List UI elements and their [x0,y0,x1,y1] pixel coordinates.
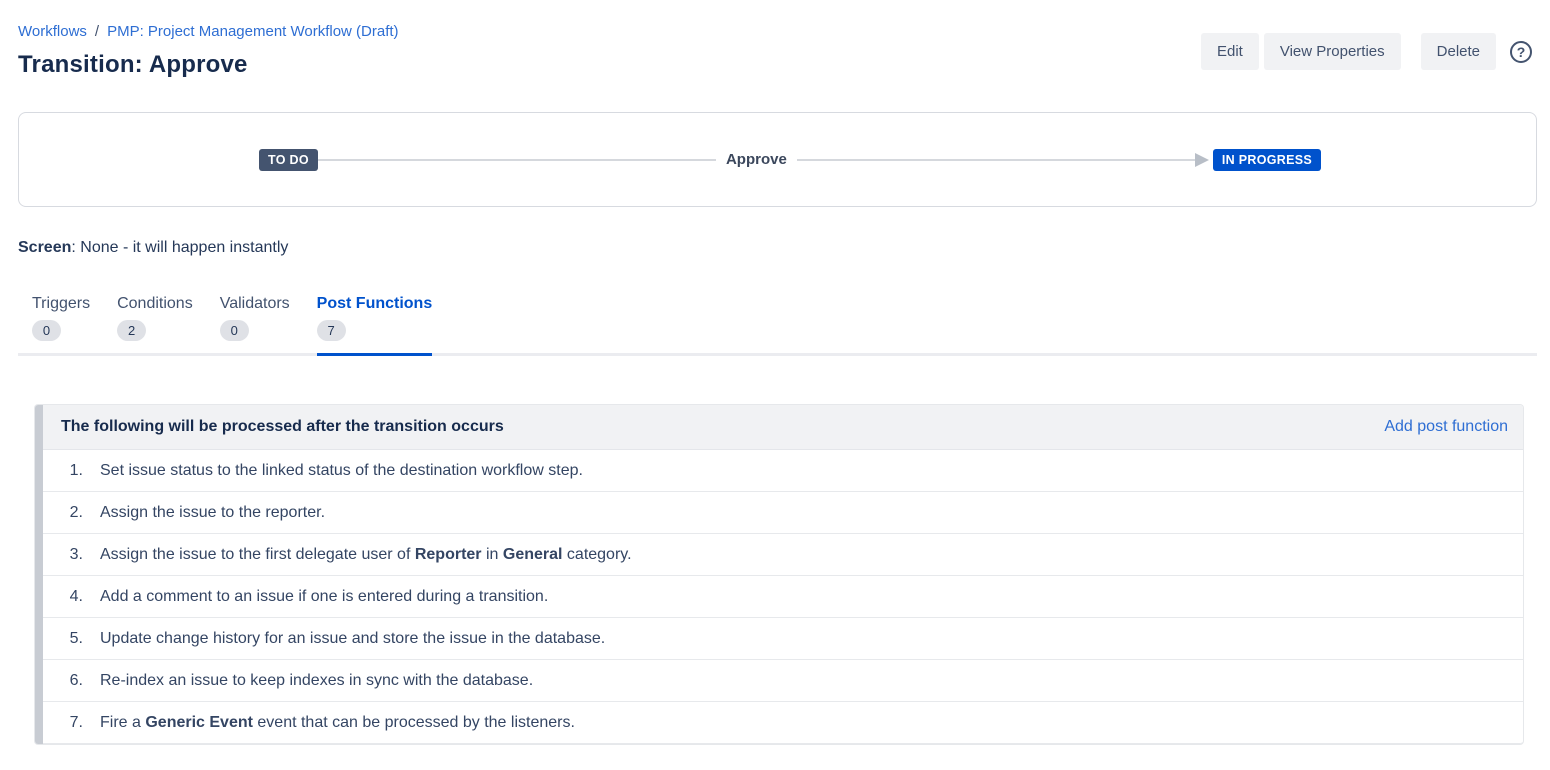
panel-header: The following will be processed after th… [43,405,1523,450]
post-function-list: 1. Set issue status to the linked status … [43,450,1523,744]
row-number: 4. [63,588,83,606]
transition-diagram: TO DO Approve IN PROGRESS [18,112,1537,207]
breadcrumb: Workflows / PMP: Project Management Workfl… [18,22,399,42]
view-properties-button[interactable]: View Properties [1264,33,1401,70]
post-function-description: Assign the issue to the reporter. [100,504,325,522]
add-post-function-link[interactable]: Add post function [1384,418,1508,436]
breadcrumb-link-workflow-name[interactable]: PMP: Project Management Workflow (Draft) [107,23,398,40]
transition-line-left [318,159,716,161]
page-header: Workflows / PMP: Project Management Workfl… [0,0,1550,79]
header-left: Workflows / PMP: Project Management Workfl… [18,22,399,79]
post-functions-panel: The following will be processed after th… [35,405,1523,744]
screen-info: Screen: None - it will happen instantly [18,239,1532,257]
tab-post-functions-label: Post Functions [317,295,433,313]
panel-title: The following will be processed after th… [61,418,504,436]
tab-triggers[interactable]: Triggers 0 [32,295,90,356]
post-function-row: 5. Update change history for an issue and… [43,618,1523,660]
help-icon[interactable]: ? [1510,41,1532,63]
row-number: 2. [63,504,83,522]
tab-triggers-count-badge: 0 [32,320,61,341]
page-title: Transition: Approve [18,51,399,79]
status-badge-to: IN PROGRESS [1213,149,1321,171]
tab-validators-count-badge: 0 [220,320,249,341]
row-number: 7. [63,714,83,732]
edit-button[interactable]: Edit [1201,33,1259,70]
screen-info-label: Screen [18,239,71,256]
post-function-description: Update change history for an issue and s… [100,630,605,648]
tab-post-functions-count-badge: 7 [317,320,346,341]
row-number: 1. [63,462,83,480]
screen-info-value: : None - it will happen instantly [71,239,288,256]
post-function-description: Set issue status to the linked status of… [100,462,583,480]
row-number: 6. [63,672,83,690]
post-function-row: 4. Add a comment to an issue if one is en… [43,576,1523,618]
tab-validators-label: Validators [220,295,290,313]
tab-validators[interactable]: Validators 0 [220,295,290,356]
toolbar: Edit View Properties Delete ? [1201,33,1532,70]
tab-post-functions[interactable]: Post Functions 7 [317,295,433,356]
post-function-row: 1. Set issue status to the linked status … [43,450,1523,492]
post-function-row: 2. Assign the issue to the reporter. [43,492,1523,534]
tab-conditions-count-badge: 2 [117,320,146,341]
post-function-description: Assign the issue to the first delegate u… [100,546,632,564]
tab-conditions[interactable]: Conditions 2 [117,295,193,356]
tab-conditions-label: Conditions [117,295,193,313]
delete-button[interactable]: Delete [1421,33,1496,70]
tab-triggers-label: Triggers [32,295,90,313]
post-function-row: 7. Fire a Generic Event event that can be… [43,702,1523,744]
post-function-row: 3. Assign the issue to the first delegate… [43,534,1523,576]
post-function-row: 6. Re-index an issue to keep indexes in s… [43,660,1523,702]
transition-name-label: Approve [726,151,787,168]
status-badge-from: TO DO [259,149,318,171]
post-function-description: Re-index an issue to keep indexes in syn… [100,672,533,690]
row-number: 3. [63,546,83,564]
row-number: 5. [63,630,83,648]
post-function-description: Fire a Generic Event event that can be p… [100,714,575,732]
arrow-head-icon [1195,153,1209,167]
breadcrumb-separator: / [95,23,99,40]
post-function-description: Add a comment to an issue if one is ente… [100,588,548,606]
breadcrumb-link-workflows[interactable]: Workflows [18,23,87,40]
transition-line-right [797,159,1195,161]
tabs-bar: Triggers 0 Conditions 2 Validators 0 Pos… [18,295,1537,356]
